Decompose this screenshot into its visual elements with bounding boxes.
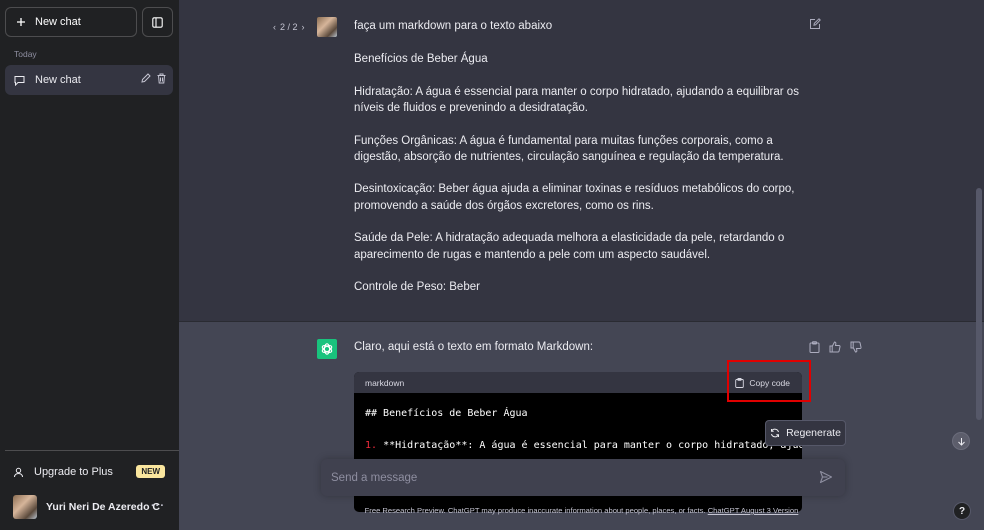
sidebar-toggle-button[interactable] [142,7,173,37]
footer-disclaimer: Free Research Preview. ChatGPT may produ… [179,506,984,515]
code-line: ## Benefícios de Beber Água [365,408,528,419]
pencil-icon[interactable] [140,73,151,84]
more-icon: ··· [151,500,165,512]
prev-version-button[interactable]: ‹ [273,22,276,32]
sidebar-divider [5,450,184,451]
avatar [13,495,37,519]
chat-bubble-icon [14,75,25,86]
user-message: ‹ 2 / 2 › faça um markdown para o texto … [179,0,984,322]
new-chat-label: New chat [35,16,81,28]
sidebar: New chat Today New chat Upgrade to Plus … [0,0,184,530]
assistant-message-text: Claro, aqui está o texto em formato Mark… [354,341,594,353]
plus-icon [17,18,25,26]
message-actions [809,341,862,353]
upgrade-to-plus-button[interactable]: Upgrade to Plus NEW [5,458,173,486]
trash-icon[interactable] [156,73,167,84]
regenerate-label: Regenerate [786,427,841,439]
arrow-down-icon [957,437,965,446]
message-pager: ‹ 2 / 2 › [273,22,305,32]
message-composer [321,459,845,496]
code-line: 1. **Hidratação**: A água é essencial pa… [365,438,802,454]
code-language: markdown [365,377,405,388]
version-counter: 2 / 2 [280,22,298,32]
list-number: 1. [365,440,378,451]
user-message-text: faça um markdown para o texto abaixo Ben… [354,18,804,295]
edit-icon[interactable] [809,18,821,30]
message-paragraph: Controle de Peso: Beber [354,281,480,294]
message-paragraph: Funções Orgânicas: A água é fundamental … [354,134,784,164]
message-paragraph: Benefícios de Beber Água [354,53,488,66]
message-paragraph: faça um markdown para o texto abaixo [354,20,553,32]
main-area: ‹ 2 / 2 › faça um markdown para o texto … [179,0,984,530]
user-menu-button[interactable]: Yuri Neri De Azeredo C ··· [5,492,173,522]
scroll-to-bottom-button[interactable] [952,432,970,450]
message-paragraph: Saúde da Pele: A hidratação adequada mel… [354,232,788,261]
sidebar-item-new-chat[interactable]: New chat [5,65,173,95]
message-input[interactable] [331,469,801,487]
help-button[interactable]: ? [953,502,971,520]
code-content: ## Benefícios de Beber Água 1. **Hidrata… [354,393,802,467]
chatgpt-logo-icon [317,339,337,359]
upgrade-label: Upgrade to Plus [34,466,113,478]
scrollbar[interactable] [976,188,982,420]
highlight-annotation [727,360,811,402]
section-today-label: Today [14,49,37,59]
footer-text: Free Research Preview. ChatGPT may produ… [364,506,708,515]
send-icon[interactable] [819,470,833,484]
regenerate-button[interactable]: Regenerate [765,420,846,446]
message-paragraph: Hidratação: A água é essencial para mant… [354,85,803,115]
clipboard-icon[interactable] [809,341,820,353]
thumbs-down-icon[interactable] [850,341,862,353]
user-icon [14,467,23,477]
user-name: Yuri Neri De Azeredo C [46,501,160,513]
sidebar-icon [152,16,163,28]
sidebar-item-label: New chat [35,74,81,86]
next-version-button[interactable]: › [302,22,305,32]
thumbs-up-icon[interactable] [829,341,841,353]
new-chat-button[interactable]: New chat [5,7,137,37]
refresh-icon [771,428,780,438]
message-paragraph: Desintoxicação: Beber água ajuda a elimi… [354,183,798,212]
new-badge: NEW [136,465,165,478]
code-line-text: **Hidratação**: A água é essencial para … [377,440,802,451]
user-avatar [317,17,337,37]
version-link[interactable]: ChatGPT August 3 Version [708,506,799,515]
assistant-message: Claro, aqui está o texto em formato Mark… [179,322,984,530]
